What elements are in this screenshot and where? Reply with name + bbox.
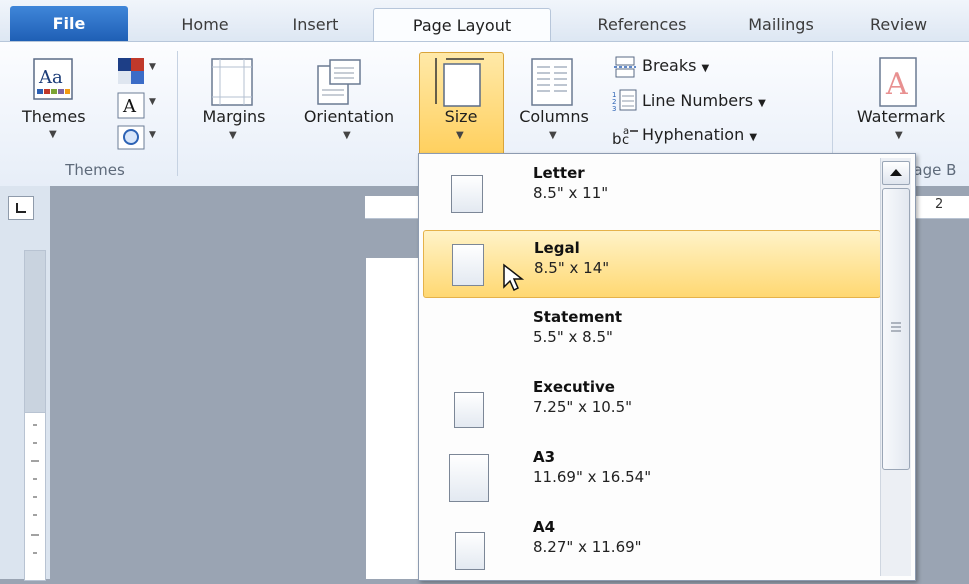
svg-text:b: b xyxy=(612,130,622,148)
page-size-icon xyxy=(451,175,483,213)
line-numbers-label: Line Numbers xyxy=(642,91,754,110)
svg-text:▼: ▼ xyxy=(149,130,156,140)
vertical-ruler-margin xyxy=(24,250,46,414)
page-size-icon xyxy=(452,244,484,286)
tab-references[interactable]: References xyxy=(572,8,712,41)
size-option-dimensions: 8.27" x 11.69" xyxy=(533,538,642,556)
columns-button-label[interactable]: Columns xyxy=(508,107,600,126)
theme-effects-icon[interactable]: ▼ xyxy=(117,125,159,155)
mouse-cursor-icon xyxy=(503,263,524,292)
theme-colors-icon[interactable]: ▼ xyxy=(117,57,159,91)
margins-icon[interactable] xyxy=(210,57,256,111)
chevron-up-icon xyxy=(890,169,902,176)
size-option-dimensions: 5.5" x 8.5" xyxy=(533,328,613,346)
chevron-down-icon: ▼ xyxy=(549,130,557,141)
vertical-ruler[interactable] xyxy=(24,412,46,581)
scroll-up-button[interactable] xyxy=(882,161,910,185)
svg-text:▼: ▼ xyxy=(149,62,156,72)
ribbon-tab-bar: File Home Insert Page Layout References … xyxy=(0,0,969,43)
size-option-letter[interactable]: Letter 8.5" x 11" xyxy=(423,156,879,222)
breaks-icon xyxy=(612,55,638,83)
size-option-dimensions: 8.5" x 11" xyxy=(533,184,609,202)
hyphenation-icon: bca xyxy=(612,124,640,152)
size-option-name: Legal xyxy=(534,239,580,257)
size-option-name: Statement xyxy=(533,308,623,326)
hyphenation-button[interactable]: Hyphenation ▼ xyxy=(642,125,757,144)
margins-button-label[interactable]: Margins xyxy=(190,107,278,126)
size-option-name: A3 xyxy=(533,448,556,466)
columns-icon[interactable] xyxy=(530,57,576,111)
document-page[interactable] xyxy=(366,258,426,579)
chevron-down-icon: ▼ xyxy=(343,130,351,141)
tab-selector-button[interactable] xyxy=(8,196,34,220)
svg-text:3: 3 xyxy=(612,105,616,112)
tab-page-layout[interactable]: Page Layout xyxy=(373,8,551,43)
themes-button-label[interactable]: Themes xyxy=(22,107,86,126)
chevron-down-icon: ▼ xyxy=(456,130,464,141)
size-option-name: Executive xyxy=(533,378,615,396)
chevron-down-icon: ▼ xyxy=(49,129,57,140)
size-option-dimensions: 7.25" x 10.5" xyxy=(533,398,633,416)
size-option-executive[interactable]: Executive 7.25" x 10.5" xyxy=(423,370,879,436)
breaks-button[interactable]: Breaks ▼ xyxy=(642,56,709,75)
orientation-icon[interactable] xyxy=(316,56,366,110)
size-dropdown-menu: Letter 8.5" x 11" Legal 8.5" x 14" State… xyxy=(418,153,916,581)
line-numbers-icon: 123 xyxy=(612,88,638,116)
tab-mailings[interactable]: Mailings xyxy=(718,8,844,41)
watermark-icon[interactable]: A xyxy=(876,56,922,112)
themes-group-label: Themes xyxy=(65,161,125,179)
ruler-tick-label: 2 xyxy=(935,197,944,212)
size-option-statement[interactable]: Statement 5.5" x 8.5" xyxy=(423,300,879,366)
theme-fonts-icon[interactable]: A ▼ xyxy=(117,92,159,124)
size-option-a3[interactable]: A3 11.69" x 16.54" xyxy=(423,440,879,506)
svg-text:▼: ▼ xyxy=(149,97,156,107)
size-option-a4[interactable]: A4 8.27" x 11.69" xyxy=(423,510,879,576)
size-option-dimensions: 11.69" x 16.54" xyxy=(533,468,652,486)
chevron-down-icon: ▼ xyxy=(895,130,903,141)
tab-review[interactable]: Review xyxy=(870,8,969,41)
hyphenation-label: Hyphenation xyxy=(642,125,745,144)
themes-icon[interactable]: Aa xyxy=(33,58,73,104)
svg-text:A: A xyxy=(885,67,908,102)
svg-text:a: a xyxy=(623,126,629,137)
group-separator xyxy=(177,51,178,176)
size-option-legal[interactable]: Legal 8.5" x 14" xyxy=(423,230,881,298)
page-size-icon xyxy=(455,532,485,570)
line-numbers-button[interactable]: Line Numbers ▼ xyxy=(642,91,766,110)
size-icon xyxy=(432,56,488,112)
svg-text:Aa: Aa xyxy=(38,67,63,88)
tab-file[interactable]: File xyxy=(10,6,128,41)
svg-text:A: A xyxy=(122,96,137,117)
page-size-icon xyxy=(449,454,489,502)
size-option-dimensions: 8.5" x 14" xyxy=(534,259,610,277)
scrollbar-thumb[interactable] xyxy=(882,188,910,470)
breaks-label: Breaks xyxy=(642,56,697,75)
size-option-name: A4 xyxy=(533,518,556,536)
orientation-button-label[interactable]: Orientation xyxy=(288,107,410,126)
page-size-icon xyxy=(454,392,484,428)
tab-insert[interactable]: Insert xyxy=(263,8,368,41)
size-button-label: Size xyxy=(444,107,478,126)
chevron-down-icon: ▼ xyxy=(229,130,237,141)
size-option-name: Letter xyxy=(533,164,585,182)
tab-home[interactable]: Home xyxy=(150,8,260,41)
watermark-button-label[interactable]: Watermark xyxy=(846,107,956,126)
